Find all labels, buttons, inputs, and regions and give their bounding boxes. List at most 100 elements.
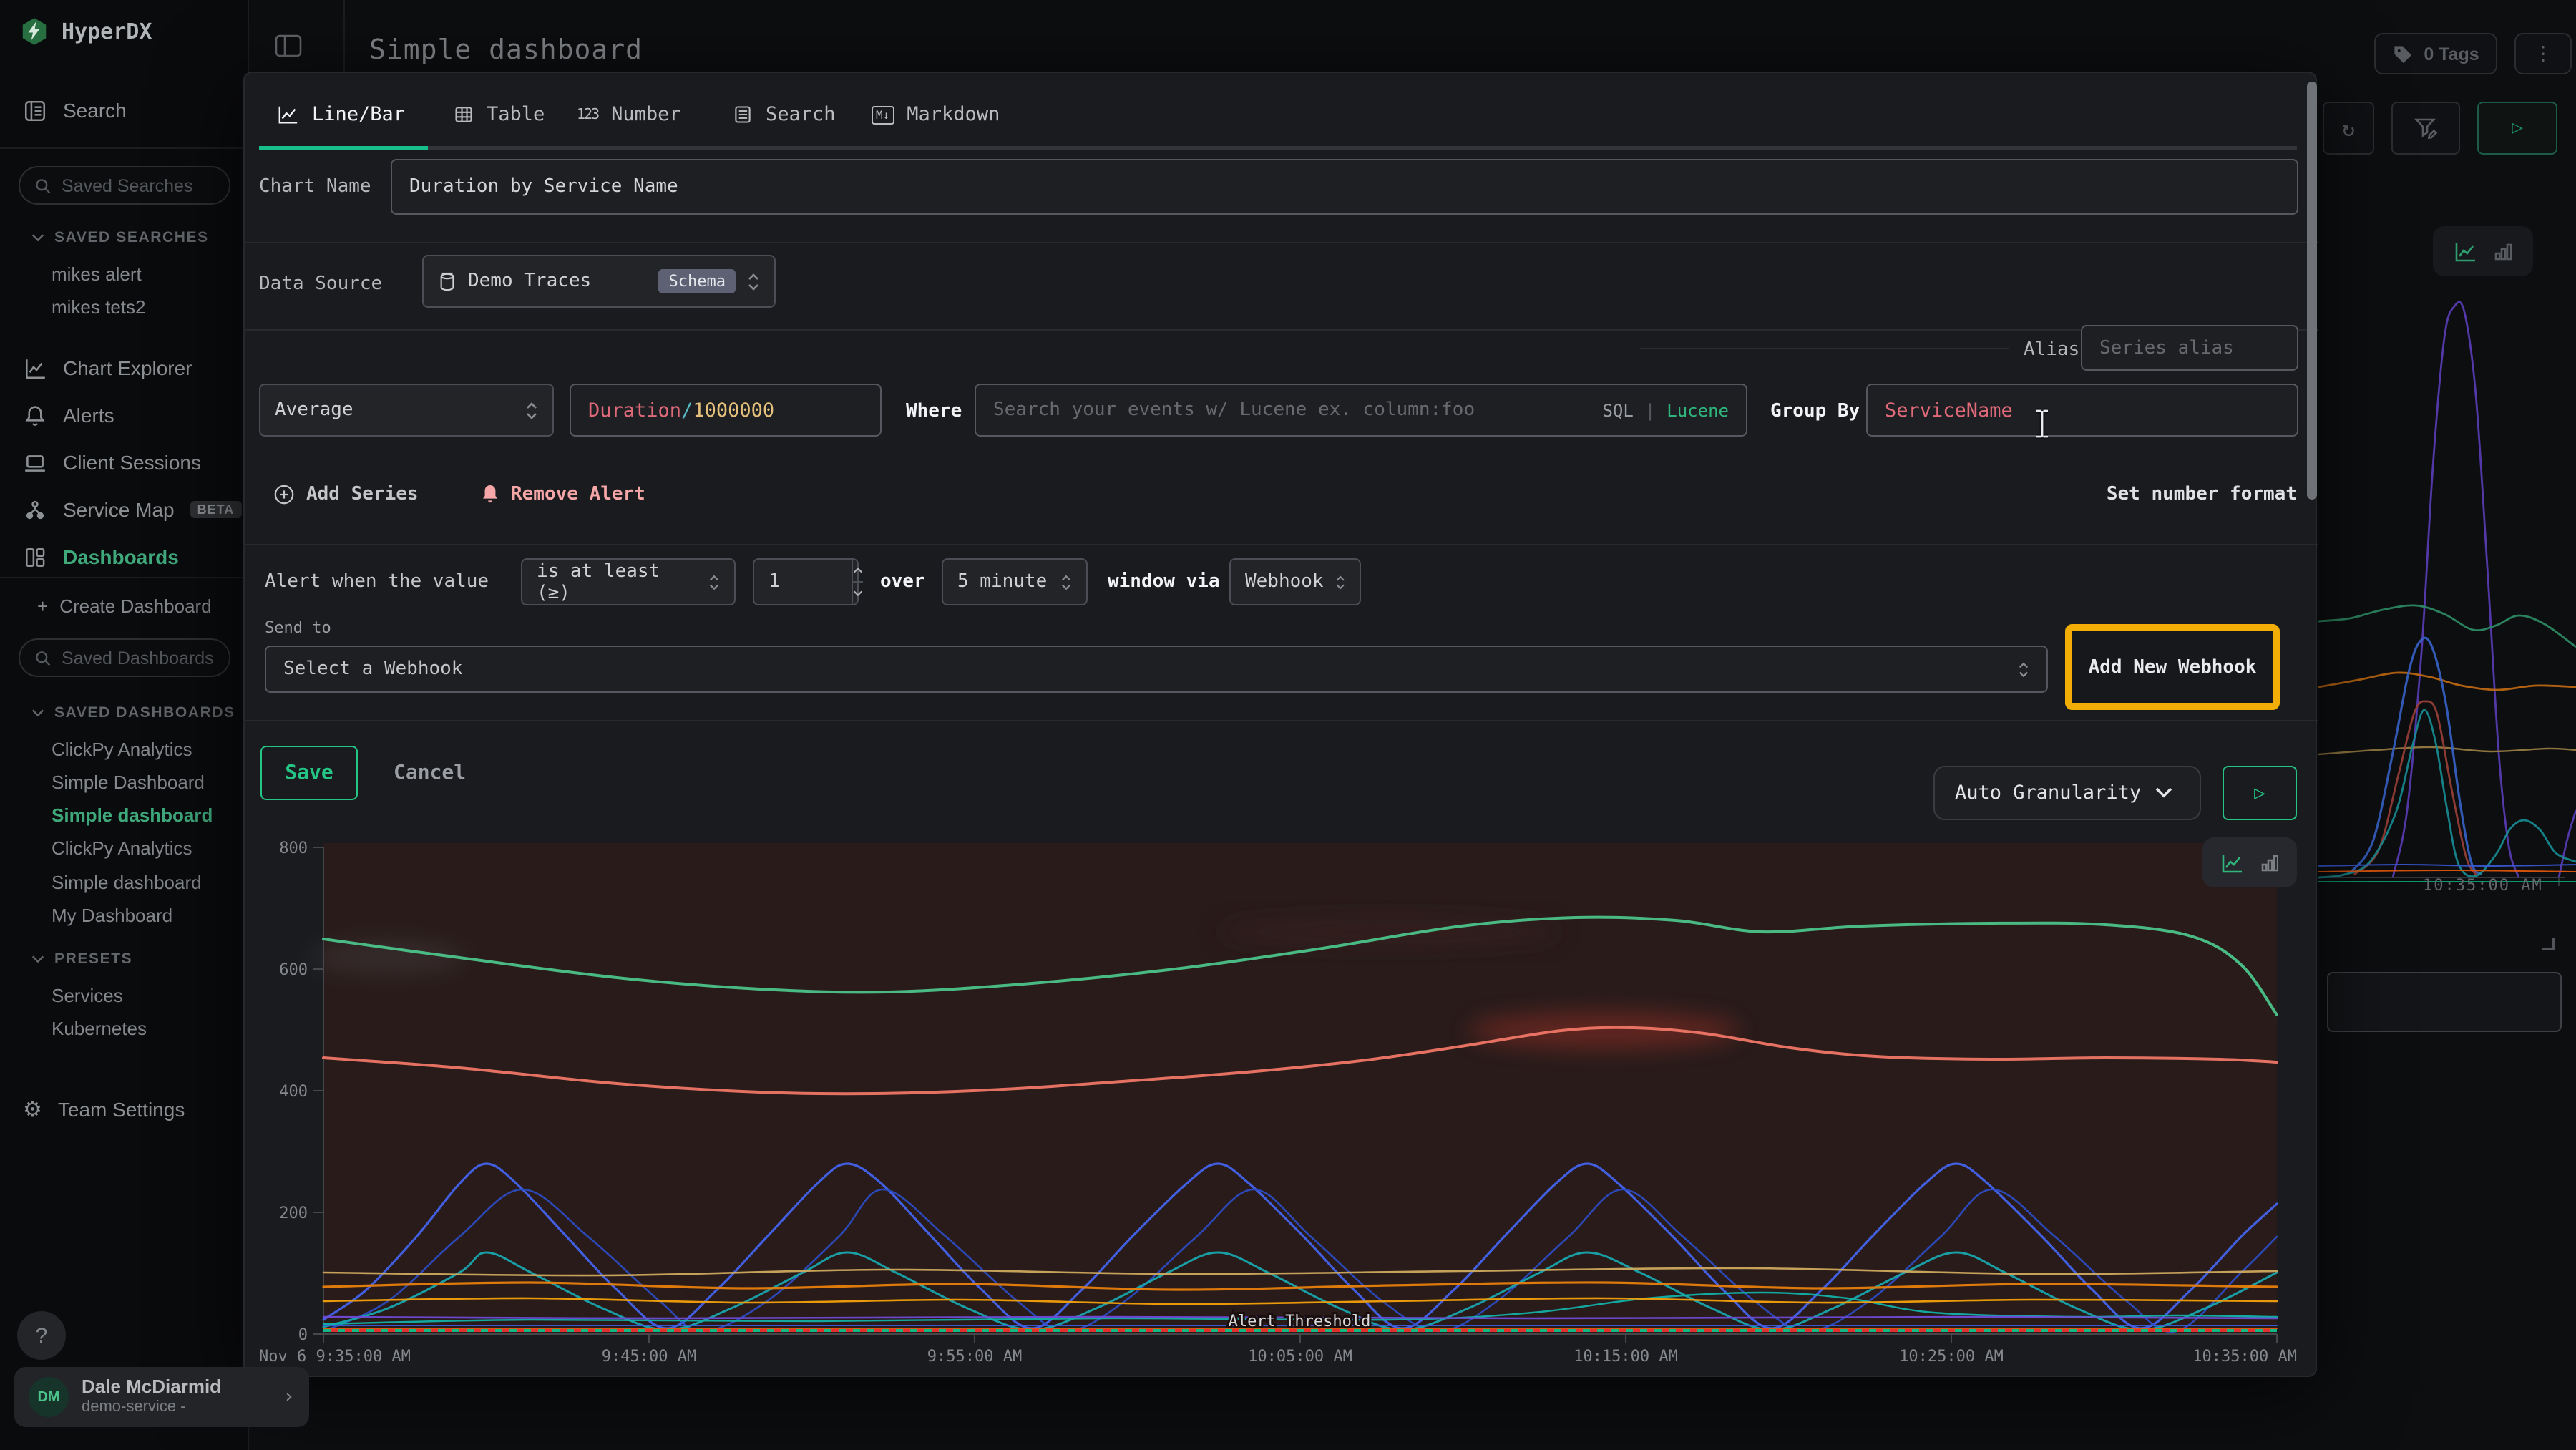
sidebar-item-team-settings[interactable]: ⚙ Team Settings bbox=[0, 1091, 249, 1128]
line-chart-icon[interactable] bbox=[2221, 852, 2244, 872]
sidebar-item-client-sessions[interactable]: Client Sessions bbox=[0, 444, 249, 481]
chart-name-input[interactable] bbox=[391, 159, 2298, 215]
sql-toggle[interactable]: SQL bbox=[1602, 400, 1633, 420]
webhook-select[interactable]: Select a Webhook bbox=[265, 646, 2048, 693]
collapse-sidebar-button[interactable] bbox=[272, 31, 303, 60]
select-chevrons-icon bbox=[708, 572, 720, 592]
preset-item[interactable]: Services bbox=[52, 985, 123, 1006]
service-map-icon bbox=[23, 497, 47, 522]
gear-icon: ⚙ bbox=[23, 1096, 42, 1122]
saved-search-item[interactable]: mikes tets2 bbox=[52, 296, 146, 318]
saved-dashboard-item[interactable]: Simple dashboard bbox=[52, 872, 202, 893]
alias-connector-line bbox=[1640, 348, 2009, 349]
divider bbox=[0, 147, 249, 149]
divider bbox=[343, 0, 345, 72]
resize-handle[interactable] bbox=[2542, 938, 2555, 950]
schema-badge[interactable]: Schema bbox=[659, 269, 736, 293]
user-card[interactable]: DM Dale McDiarmid demo-service - › bbox=[14, 1367, 309, 1427]
save-button[interactable]: Save bbox=[260, 746, 358, 800]
database-icon bbox=[438, 271, 457, 291]
group-by-input[interactable]: ServiceName bbox=[1866, 384, 2298, 437]
tag-icon bbox=[2392, 44, 2412, 64]
search-icon bbox=[34, 177, 52, 194]
bar-chart-icon[interactable] bbox=[2494, 241, 2512, 261]
help-button[interactable]: ? bbox=[17, 1311, 66, 1360]
saved-searches-header[interactable]: SAVED SEARCHES bbox=[31, 229, 209, 246]
cancel-button[interactable]: Cancel bbox=[394, 762, 466, 784]
bar-chart-icon[interactable] bbox=[2261, 852, 2278, 872]
channel-select[interactable]: Webhook bbox=[1229, 558, 1361, 605]
bell-icon bbox=[23, 403, 47, 427]
kebab-menu-button[interactable]: ⋮ bbox=[2514, 33, 2572, 74]
sidebar-item-service-map[interactable]: Service Map BETA bbox=[0, 491, 249, 528]
stepper-up-button[interactable] bbox=[853, 560, 863, 581]
granularity-select[interactable]: Auto Granularity bbox=[1933, 766, 2201, 820]
set-number-format-button[interactable]: Set number format bbox=[2102, 484, 2297, 505]
preset-item[interactable]: Kubernetes bbox=[52, 1018, 147, 1039]
sidebar-item-search[interactable]: Search bbox=[0, 92, 249, 129]
field-expression-input[interactable]: Duration/1000000 bbox=[570, 384, 882, 437]
saved-dashboard-item[interactable]: Simple Dashboard bbox=[52, 772, 205, 793]
where-search-field[interactable] bbox=[993, 399, 1591, 421]
lucene-toggle[interactable]: Lucene bbox=[1667, 400, 1729, 420]
tab-table[interactable]: Table bbox=[454, 97, 545, 132]
plus-icon: + bbox=[37, 595, 48, 617]
alias-input[interactable] bbox=[2081, 325, 2298, 371]
user-name: Dale McDiarmid bbox=[82, 1376, 270, 1399]
sidebar-item-chart-explorer[interactable]: Chart Explorer bbox=[0, 349, 249, 386]
tags-button[interactable]: 0 Tags bbox=[2374, 33, 2497, 74]
add-new-webhook-button[interactable]: Add New Webhook bbox=[2072, 631, 2273, 703]
modal-scrollbar[interactable] bbox=[2307, 82, 2317, 500]
saved-search-item[interactable]: mikes alert bbox=[52, 263, 142, 285]
presets-header[interactable]: PRESETS bbox=[31, 950, 132, 968]
remove-alert-button[interactable]: Remove Alert bbox=[481, 484, 645, 505]
tab-line-bar[interactable]: Line/Bar bbox=[278, 97, 405, 132]
where-search-input[interactable]: SQL | Lucene bbox=[975, 384, 1747, 437]
tab-search[interactable]: Search bbox=[733, 97, 836, 132]
sidebar-item-alerts[interactable]: Alerts bbox=[0, 396, 249, 434]
brand[interactable]: HyperDX bbox=[20, 17, 152, 46]
chevron-down-icon bbox=[31, 709, 44, 717]
tab-markdown[interactable]: M↓ Markdown bbox=[872, 97, 1000, 132]
filter-edit-icon bbox=[2414, 117, 2438, 140]
data-source-select[interactable]: Demo Traces Schema bbox=[422, 255, 776, 308]
saved-dashboard-item[interactable]: My Dashboard bbox=[52, 905, 172, 926]
tab-number[interactable]: 123 Number bbox=[577, 97, 681, 132]
svg-text:400: 400 bbox=[279, 1083, 308, 1101]
svg-text:10:35:00 AM: 10:35:00 AM bbox=[2192, 1348, 2297, 1366]
duration-by-service-chart: 8006004002000Nov 6 9:35:00 AM9:45:00 AM9… bbox=[245, 829, 2318, 1378]
saved-searches-input[interactable]: Saved Searches bbox=[19, 166, 230, 205]
sidebar-item-dashboards[interactable]: Dashboards bbox=[0, 538, 249, 575]
stepper-down-button[interactable] bbox=[853, 581, 863, 604]
window-select[interactable]: 5 minute bbox=[942, 558, 1088, 605]
add-series-button[interactable]: Add Series bbox=[273, 484, 419, 505]
avatar: DM bbox=[29, 1377, 69, 1417]
alias-field[interactable] bbox=[2099, 337, 2280, 359]
saved-dashboard-item[interactable]: ClickPy Analytics bbox=[52, 837, 192, 859]
beta-badge: BETA bbox=[190, 501, 242, 518]
send-to-label: Send to bbox=[265, 618, 331, 637]
threshold-field[interactable] bbox=[754, 571, 840, 593]
chart-editor-modal: Line/Bar Table 123 Number Search M↓ Mark… bbox=[243, 72, 2317, 1377]
play-icon: ▷ bbox=[2254, 782, 2265, 804]
run-chart-button[interactable]: ▷ bbox=[2223, 766, 2297, 820]
threshold-number-input[interactable] bbox=[753, 558, 859, 605]
chevron-right-icon: › bbox=[283, 1386, 295, 1408]
window-via-label: window via bbox=[1108, 571, 1220, 593]
saved-dashboards-header[interactable]: SAVED DASHBOARDS bbox=[31, 704, 235, 721]
saved-dashboards-input[interactable]: Saved Dashboards bbox=[19, 638, 230, 677]
text-cursor bbox=[2034, 408, 2051, 439]
sidebar: HyperDX Search Saved Searches SAVED SEAR… bbox=[0, 0, 249, 1450]
over-label: over bbox=[880, 571, 925, 593]
tabs-underline bbox=[259, 146, 2297, 150]
comparator-select[interactable]: is at least (≥) bbox=[521, 558, 736, 605]
create-dashboard-button[interactable]: + Create Dashboard bbox=[37, 595, 212, 617]
aggregation-select[interactable]: Average bbox=[259, 384, 554, 437]
saved-dashboard-item-active[interactable]: Simple dashboard bbox=[52, 804, 213, 826]
chart-name-field[interactable] bbox=[409, 176, 2280, 198]
divider bbox=[245, 242, 2318, 243]
alias-label: Alias bbox=[2024, 339, 2079, 361]
line-chart-icon[interactable] bbox=[2454, 241, 2477, 261]
select-chevrons-icon bbox=[525, 399, 538, 422]
saved-dashboard-item[interactable]: ClickPy Analytics bbox=[52, 739, 192, 760]
